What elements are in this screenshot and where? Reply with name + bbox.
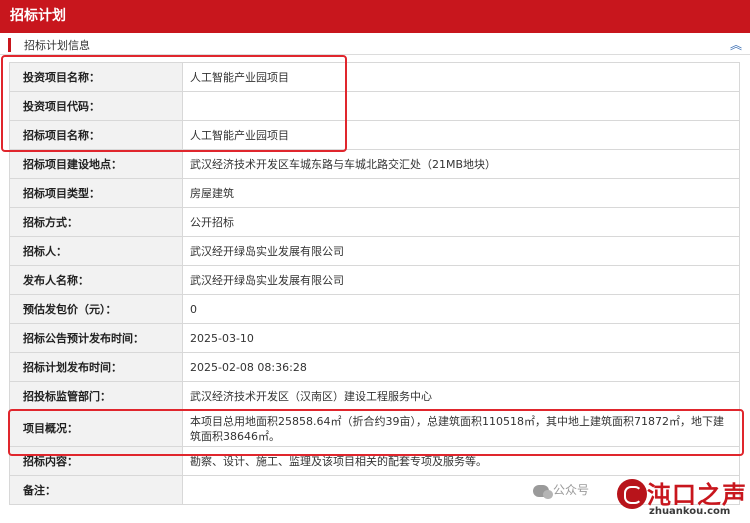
table-row: 招标计划发布时间： 2025-02-08 08:36:28 xyxy=(9,352,740,382)
info-table: 投资项目名称： 人工智能产业园项目 投资项目代码： 招标项目名称： 人工智能产业… xyxy=(9,62,740,505)
table-row: 招标方式： 公开招标 xyxy=(9,207,740,237)
table-row: 项目概况： 本项目总用地面积25858.64㎡（折合约39亩），总建筑面积110… xyxy=(9,410,740,447)
table-row: 发布人名称： 武汉经开绿岛实业发展有限公司 xyxy=(9,265,740,295)
wechat-icon xyxy=(533,484,553,499)
row-value: 武汉经济技术开发区（汉南区）建设工程服务中心 xyxy=(182,381,740,411)
row-label: 发布人名称： xyxy=(9,265,183,295)
row-value: 人工智能产业园项目 xyxy=(182,120,740,150)
table-row: 投资项目名称： 人工智能产业园项目 xyxy=(9,62,740,92)
header-title: 招标计划 xyxy=(10,8,66,24)
row-value: 人工智能产业园项目 xyxy=(182,62,740,92)
section-bar: 招标计划信息 ︽ xyxy=(0,35,750,55)
row-label: 招标内容： xyxy=(9,446,183,476)
row-label: 预估发包价（元）： xyxy=(9,294,183,324)
row-label: 招标计划发布时间： xyxy=(9,352,183,382)
row-label: 投资项目代码： xyxy=(9,91,183,121)
brand-logo-text: 沌口之声 xyxy=(647,481,747,509)
row-value: 0 xyxy=(182,294,740,324)
row-label: 招标项目名称： xyxy=(9,120,183,150)
brand-seal-icon xyxy=(617,479,647,509)
row-value: 房屋建筑 xyxy=(182,178,740,208)
table-row: 预估发包价（元）： 0 xyxy=(9,294,740,324)
row-label: 投资项目名称： xyxy=(9,62,183,92)
row-value: 武汉经开绿岛实业发展有限公司 xyxy=(182,265,740,295)
row-label: 招标项目建设地点： xyxy=(9,149,183,179)
row-label: 备注： xyxy=(9,475,183,505)
row-label: 招标公告预计发布时间： xyxy=(9,323,183,353)
table-row: 招标人： 武汉经开绿岛实业发展有限公司 xyxy=(9,236,740,266)
table-row: 招标项目名称： 人工智能产业园项目 xyxy=(9,120,740,150)
row-value: 本项目总用地面积25858.64㎡（折合约39亩），总建筑面积110518㎡，其… xyxy=(182,410,740,447)
row-value: 武汉经济技术开发区车城东路与车城北路交汇处（21MB地块） xyxy=(182,149,740,179)
chevrons-up-icon[interactable]: ︽ xyxy=(730,36,742,53)
row-value: 勘察、设计、施工、监理及该项目相关的配套专项及服务等。 xyxy=(182,446,740,476)
wechat-watermark: 公众号 xyxy=(533,481,589,499)
page-header: 招标计划 xyxy=(0,0,750,33)
row-label: 招标方式： xyxy=(9,207,183,237)
row-value: 武汉经开绿岛实业发展有限公司 xyxy=(182,236,740,266)
row-label: 项目概况： xyxy=(9,410,183,447)
brand-url: zhuankou.com xyxy=(649,506,731,517)
table-row: 招投标监管部门： 武汉经济技术开发区（汉南区）建设工程服务中心 xyxy=(9,381,740,411)
row-label: 招投标监管部门： xyxy=(9,381,183,411)
section-title: 招标计划信息 xyxy=(24,39,90,52)
row-value: 公开招标 xyxy=(182,207,740,237)
table-row: 招标项目建设地点： 武汉经济技术开发区车城东路与车城北路交汇处（21MB地块） xyxy=(9,149,740,179)
row-value xyxy=(182,91,740,121)
table-row: 招标内容： 勘察、设计、施工、监理及该项目相关的配套专项及服务等。 xyxy=(9,446,740,476)
table-row: 招标公告预计发布时间： 2025-03-10 xyxy=(9,323,740,353)
table-row: 招标项目类型： 房屋建筑 xyxy=(9,178,740,208)
row-value: 2025-02-08 08:36:28 xyxy=(182,352,740,382)
row-label: 招标人： xyxy=(9,236,183,266)
table-row: 投资项目代码： xyxy=(9,91,740,121)
row-label: 招标项目类型： xyxy=(9,178,183,208)
row-value: 2025-03-10 xyxy=(182,323,740,353)
section-marker xyxy=(8,38,11,52)
watermark: 公众号 沌口之声 zhuankou.com xyxy=(533,477,747,521)
